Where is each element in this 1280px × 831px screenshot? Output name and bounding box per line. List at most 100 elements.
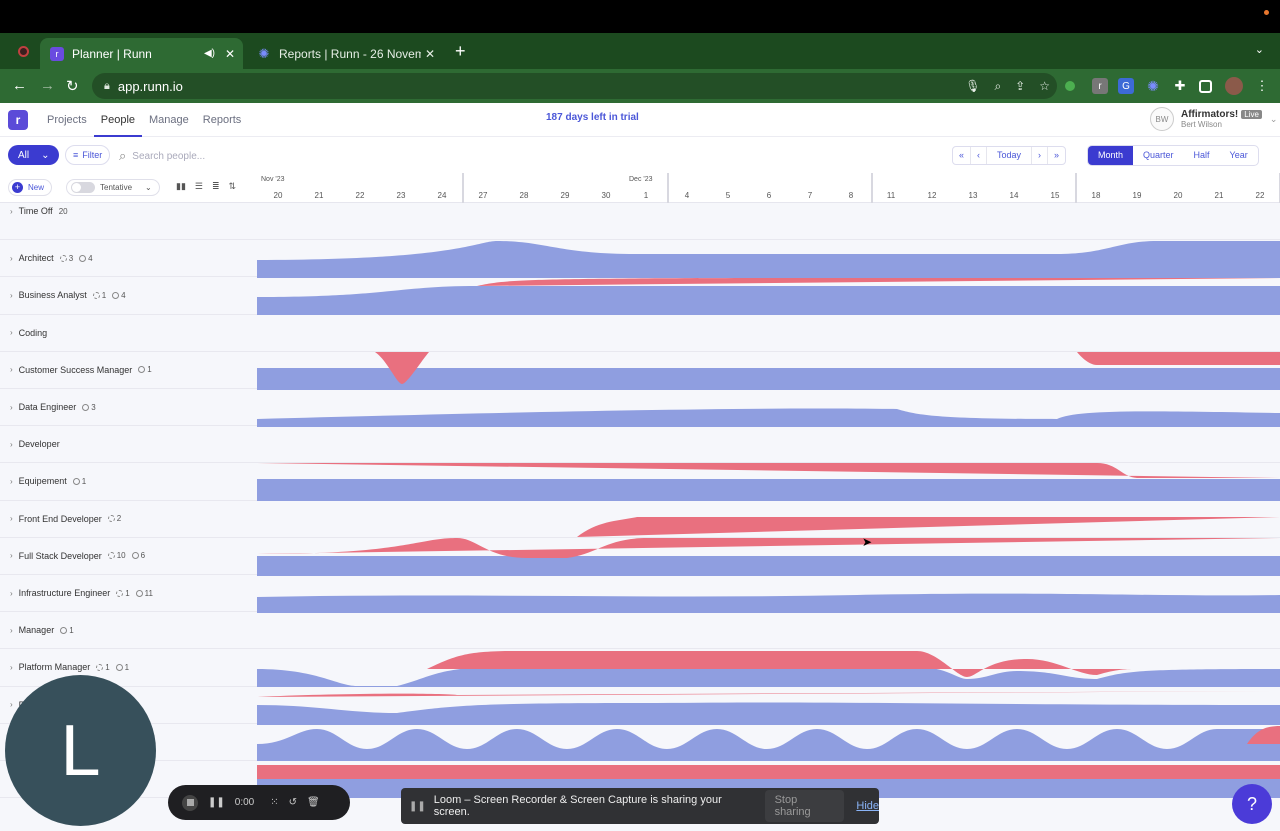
role-row-label[interactable]: › Equipement 1: [10, 476, 86, 486]
role-row[interactable]: › Customer Success Manager 1: [0, 351, 1280, 390]
search-input[interactable]: ⌕ Search people...: [119, 148, 205, 164]
chevron-right-icon[interactable]: ›: [10, 291, 13, 300]
chevron-right-icon[interactable]: ›: [10, 514, 13, 523]
omnibox[interactable]: 🔒︎ app.runn.io 🎙︎ ⌕ ⇪ ☆: [92, 73, 1057, 99]
role-row[interactable]: › Business Analyst 1 4: [0, 277, 1280, 316]
new-tab-icon[interactable]: +: [455, 41, 466, 62]
speaker-icon[interactable]: ◀): [204, 48, 215, 59]
scale-month[interactable]: Month: [1088, 146, 1134, 165]
extension-r-icon[interactable]: r: [1092, 78, 1108, 94]
share-icon[interactable]: ⇪: [1015, 79, 1025, 93]
week-separator[interactable]: [462, 173, 464, 203]
role-row[interactable]: › Equipement 1: [0, 463, 1280, 502]
role-row-label[interactable]: › Front End Developer 2: [10, 514, 121, 524]
restart-icon[interactable]: ↺: [289, 797, 297, 808]
back-icon[interactable]: ←: [12, 77, 27, 94]
extensions-puzzle-icon[interactable]: ✚: [1172, 78, 1188, 94]
role-row-label[interactable]: › Business Analyst 1 4: [10, 290, 126, 300]
capacity-chart[interactable]: [257, 501, 1280, 539]
chart-view-icon[interactable]: ▮▮: [176, 181, 186, 192]
translate-icon[interactable]: G: [1118, 78, 1134, 94]
role-row[interactable]: › Data Engineer 3: [0, 389, 1280, 427]
role-row-label[interactable]: › Platform Manager 1 1: [10, 662, 129, 672]
chevron-right-icon[interactable]: ›: [10, 551, 13, 560]
tab-planner[interactable]: r Planner | Runn ◀) ✕: [40, 38, 243, 69]
role-row[interactable]: › Manager 1: [0, 612, 1280, 650]
hide-link[interactable]: Hide: [856, 800, 879, 812]
extension-dot-icon[interactable]: [1065, 81, 1075, 91]
nav-reports[interactable]: Reports: [196, 103, 249, 137]
week-separator[interactable]: [667, 173, 669, 203]
forward-icon[interactable]: →: [40, 77, 55, 94]
chevron-down-icon[interactable]: ⌄: [1270, 114, 1278, 125]
zoom-icon[interactable]: ⌕: [994, 79, 1001, 94]
capacity-chart[interactable]: [257, 575, 1280, 613]
bookmark-star-icon[interactable]: ☆: [1039, 79, 1050, 93]
all-dropdown[interactable]: All ⌄: [8, 145, 59, 165]
trash-icon[interactable]: 🗑︎: [307, 797, 320, 808]
role-row[interactable]: [0, 724, 1280, 761]
close-tab-icon[interactable]: ✕: [221, 47, 239, 61]
role-row[interactable]: › Time Off 20: [0, 203, 1280, 241]
capacity-chart[interactable]: [257, 277, 1280, 316]
capacity-chart[interactable]: [257, 537, 1280, 576]
scale-quarter[interactable]: Quarter: [1133, 146, 1184, 165]
role-row-label[interactable]: › Manager 1: [10, 625, 74, 635]
side-panel-icon[interactable]: [1199, 80, 1212, 93]
tab-search-chevron-icon[interactable]: ⌄: [1255, 43, 1264, 56]
scale-half[interactable]: Half: [1184, 146, 1220, 165]
role-row-label[interactable]: › Coding: [10, 328, 47, 338]
chevron-down-icon[interactable]: ⌄: [145, 183, 152, 192]
chevron-right-icon[interactable]: ›: [10, 365, 13, 374]
nav-people[interactable]: People: [93, 103, 143, 137]
loom-camera-bubble[interactable]: L: [5, 675, 156, 826]
role-row[interactable]: › Developer: [0, 426, 1280, 464]
stop-recording-icon[interactable]: [182, 794, 198, 811]
role-row-label[interactable]: › Architect 3 4: [10, 253, 93, 263]
chevron-right-icon[interactable]: ›: [10, 477, 13, 486]
role-row[interactable]: › Architect 3 4: [0, 240, 1280, 279]
browser-menu-icon[interactable]: ⋮: [1254, 78, 1270, 94]
grid-icon[interactable]: ⁙: [270, 797, 278, 808]
nav-manage[interactable]: Manage: [142, 103, 196, 137]
week-separator[interactable]: [1075, 173, 1077, 203]
next-icon[interactable]: ›: [1032, 147, 1049, 164]
capacity-chart[interactable]: [257, 649, 1280, 688]
today-button[interactable]: Today: [987, 147, 1033, 164]
chevron-right-icon[interactable]: ›: [10, 328, 13, 337]
capacity-chart[interactable]: [257, 463, 1280, 502]
capacity-chart[interactable]: [257, 240, 1280, 279]
role-row-label[interactable]: › Developer: [10, 439, 60, 449]
reload-icon[interactable]: ↻: [66, 77, 79, 95]
chevron-right-icon[interactable]: ›: [10, 589, 13, 598]
role-row-label[interactable]: › Data Engineer 3: [10, 402, 96, 412]
tab-reports[interactable]: ✺ Reports | Runn - 26 November ✕: [247, 38, 443, 69]
prev-icon[interactable]: ‹: [971, 147, 988, 164]
account-menu[interactable]: BW Affirmators! Live Bert Wilson ⌄: [1150, 107, 1277, 131]
role-row[interactable]: › Full Stack Developer 10 6: [0, 537, 1280, 576]
jump-forward-icon[interactable]: »: [1048, 147, 1065, 164]
chevron-right-icon[interactable]: ›: [10, 254, 13, 263]
role-row-label[interactable]: › Customer Success Manager 1: [10, 365, 152, 375]
chevron-right-icon[interactable]: ›: [10, 663, 13, 672]
settings-sliders-icon[interactable]: ☰: [195, 181, 203, 192]
new-button[interactable]: + New: [8, 179, 53, 196]
pause-icon[interactable]: ❚❚: [208, 797, 225, 808]
toggle-switch[interactable]: [71, 182, 95, 193]
role-row[interactable]: ›Proj3: [0, 687, 1280, 725]
role-row[interactable]: › Front End Developer 2: [0, 501, 1280, 538]
capacity-chart[interactable]: [257, 724, 1280, 762]
role-row[interactable]: › Infrastructure Engineer 1 11: [0, 575, 1280, 613]
url-text[interactable]: app.runn.io: [118, 79, 958, 94]
role-row-label[interactable]: › Full Stack Developer 10 6: [10, 551, 145, 561]
capacity-chart[interactable]: [257, 351, 1280, 390]
role-row[interactable]: › Platform Manager 1 1: [0, 649, 1280, 688]
runn-logo[interactable]: r: [8, 110, 28, 130]
chevron-right-icon[interactable]: ›: [10, 207, 13, 216]
role-row-label[interactable]: › Time Off 20: [10, 206, 68, 216]
mic-icon[interactable]: 🎙︎: [965, 79, 980, 93]
role-row[interactable]: › Coding: [0, 315, 1280, 352]
profile-avatar[interactable]: [1225, 77, 1243, 95]
list-view-icon[interactable]: ≣: [212, 181, 220, 192]
extension-star-icon[interactable]: ✺: [1145, 78, 1161, 94]
